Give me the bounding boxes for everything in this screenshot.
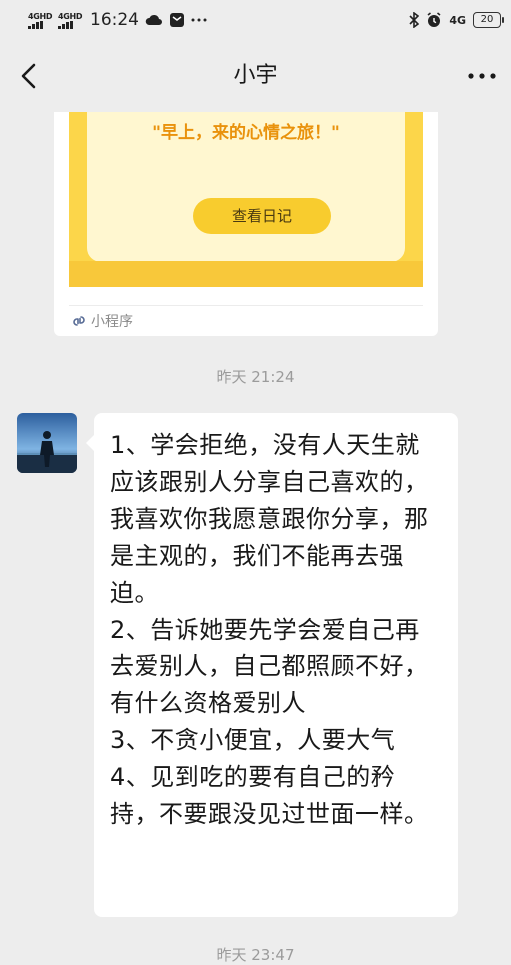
mini-program-card[interactable]: "早上，来的心情之旅！" 查看日记 小程序 <box>54 112 438 336</box>
message-timestamp: 昨天 21:24 <box>216 368 295 386</box>
mini-program-base <box>69 261 423 287</box>
status-right: 4G 20 <box>409 9 504 31</box>
signal-1-label: 4GHD <box>28 11 53 21</box>
signal-2: 4GHD <box>58 11 83 29</box>
view-diary-button[interactable]: 查看日记 <box>193 198 331 234</box>
signal-bars-icon <box>58 20 73 29</box>
signal-1: 4GHD <box>28 11 53 29</box>
signal-bars-icon <box>28 20 43 29</box>
message-text: 1、学会拒绝，没有人天生就应该跟别人分享自己喜欢的，我喜欢你我愿意跟你分享，那是… <box>110 431 429 829</box>
clock: 16:24 <box>90 10 139 30</box>
mini-program-icon <box>73 316 85 326</box>
card-divider <box>69 305 423 306</box>
status-left: 4GHD 4GHD 16:24 <box>28 8 207 32</box>
mini-program-banner: "早上，来的心情之旅！" 查看日记 <box>69 112 423 287</box>
bluetooth-icon <box>409 12 420 28</box>
status-bar: 4GHD 4GHD 16:24 4G 20 <box>0 0 511 40</box>
signal-2-label: 4GHD <box>58 11 83 21</box>
mini-program-panel: "早上，来的心情之旅！" 查看日记 <box>87 112 405 262</box>
alarm-icon <box>427 12 441 27</box>
network-type: 4G <box>449 13 466 27</box>
cloud-icon <box>145 14 162 25</box>
more-icon <box>468 73 496 79</box>
mini-program-footer: 小程序 <box>71 310 133 332</box>
message-bubble[interactable]: 1、学会拒绝，没有人天生就应该跟别人分享自己喜欢的，我喜欢你我愿意跟你分享，那是… <box>86 413 458 917</box>
message-icon <box>170 13 184 27</box>
mini-program-quote: "早上，来的心情之旅！" <box>152 123 340 143</box>
more-button[interactable] <box>465 60 499 92</box>
message-timestamp: 昨天 23:47 <box>216 946 295 964</box>
nav-bar: 小宇 <box>0 40 511 112</box>
avatar-photo-icon <box>17 413 77 473</box>
avatar[interactable] <box>17 413 77 473</box>
battery-icon: 20 <box>473 12 504 28</box>
more-dots-icon <box>191 18 207 22</box>
chat-title: 小宇 <box>233 63 278 88</box>
mini-program-label: 小程序 <box>91 314 133 330</box>
